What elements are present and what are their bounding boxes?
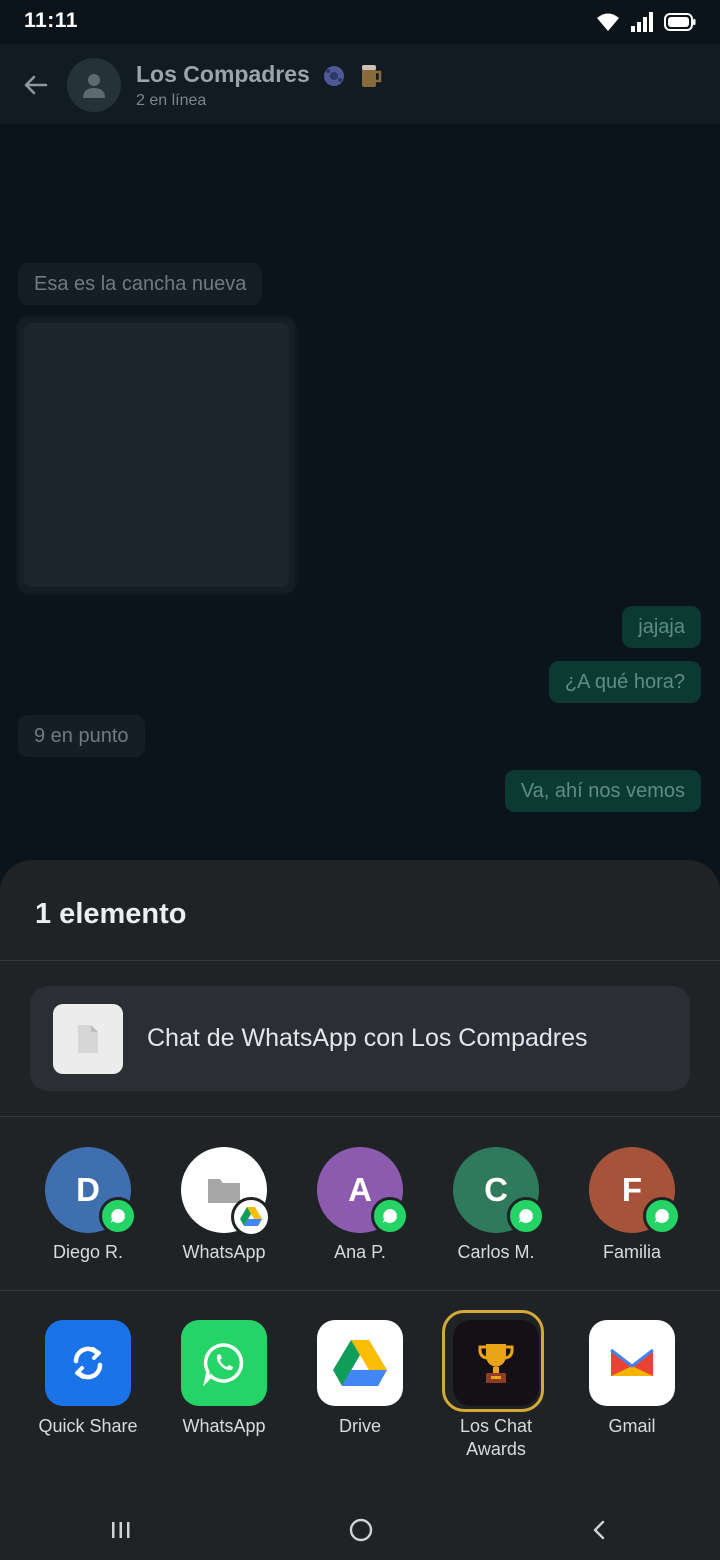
direct-share-carlos[interactable]: C Carlos M.: [428, 1147, 564, 1264]
share-preview-card: Chat de WhatsApp con Los Compadres: [30, 986, 690, 1091]
chat-messages: Esa es la cancha nueva jajaja ¿A qué hor…: [0, 124, 720, 864]
divider: [0, 1290, 720, 1291]
divider: [0, 1116, 720, 1117]
battery-icon: [664, 13, 696, 31]
app-label: Gmail: [608, 1416, 656, 1436]
status-bar: 11:11: [0, 0, 720, 44]
drive-badge-icon: [231, 1197, 271, 1237]
group-name-text: Los Compadres: [136, 61, 310, 87]
direct-share-familia[interactable]: F Familia: [564, 1147, 700, 1264]
avatar-initial: C: [484, 1171, 508, 1208]
signal-icon: [631, 12, 653, 32]
drive-icon: [317, 1320, 403, 1406]
selection-ring: [442, 1310, 544, 1412]
avatar-initial: D: [76, 1171, 100, 1208]
contact-avatar: D: [45, 1147, 137, 1235]
status-icons: [596, 12, 696, 32]
app-drive[interactable]: Drive: [292, 1320, 428, 1438]
file-thumbnail: [53, 1004, 123, 1074]
direct-share-whatsapp-drive[interactable]: WhatsApp: [156, 1147, 292, 1264]
folder-icon: [208, 1179, 240, 1203]
message-bubble[interactable]: Esa es la cancha nueva: [18, 263, 263, 305]
avatar-initial: A: [348, 1171, 372, 1208]
whatsapp-badge-icon: [507, 1197, 545, 1235]
whatsapp-badge-icon: [371, 1197, 409, 1235]
gmail-icon: [589, 1320, 675, 1406]
document-icon: [78, 1025, 98, 1053]
app-los-chat-awards[interactable]: Los Chat Awards: [428, 1310, 564, 1461]
app-label: Drive: [338, 1416, 381, 1436]
person-icon: [83, 74, 105, 98]
app-label: Quick Share: [38, 1416, 138, 1436]
folder-avatar: [181, 1147, 271, 1237]
divider: [0, 960, 720, 961]
direct-share-ana[interactable]: A Ana P.: [292, 1147, 428, 1264]
soccer-ball-icon: [324, 65, 345, 86]
recents-icon[interactable]: [110, 1520, 132, 1540]
home-icon[interactable]: [349, 1518, 373, 1542]
image-message[interactable]: [18, 317, 295, 593]
wifi-icon: [597, 13, 619, 31]
chat-title[interactable]: Los Compadres: [136, 61, 383, 89]
image-placeholder: [24, 323, 289, 587]
app-quick-share[interactable]: Quick Share: [20, 1320, 156, 1438]
share-preview-text: Chat de WhatsApp con Los Compadres: [147, 1024, 588, 1052]
quick-share-icon: [45, 1320, 131, 1406]
app-label: Los Chat Awards: [428, 1415, 564, 1461]
message-bubble[interactable]: Va, ahí nos vemos: [504, 770, 701, 812]
group-status: 2 en línea: [136, 92, 207, 109]
message-bubble[interactable]: 9 en punto: [18, 715, 145, 757]
target-label: Diego R.: [52, 1242, 124, 1262]
back-icon[interactable]: [590, 1519, 610, 1541]
whatsapp-badge-icon: [99, 1197, 137, 1235]
share-sheet-title: 1 elemento: [35, 898, 187, 930]
status-time: 11:11: [24, 9, 78, 32]
message-bubble[interactable]: jajaja: [622, 606, 701, 648]
target-label: Ana P.: [334, 1242, 386, 1262]
contact-avatar: F: [589, 1147, 681, 1235]
target-label: Familia: [602, 1242, 661, 1262]
direct-share-diego[interactable]: D Diego R.: [20, 1147, 156, 1264]
group-avatar[interactable]: [67, 58, 121, 112]
beer-mug-icon: [361, 64, 381, 87]
app-label-line: Los Chat: [459, 1416, 533, 1436]
contact-avatar: A: [317, 1147, 409, 1235]
avatar-initial: F: [621, 1171, 643, 1208]
app-whatsapp[interactable]: WhatsApp: [156, 1320, 292, 1438]
app-label-line: Awards: [466, 1439, 526, 1459]
app-label: WhatsApp: [182, 1416, 266, 1436]
navigation-bar: [0, 1500, 720, 1560]
app-gmail[interactable]: Gmail: [564, 1320, 700, 1438]
share-sheet: 1 elemento Chat de WhatsApp con Los Comp…: [0, 860, 720, 1560]
contact-avatar: C: [453, 1147, 545, 1235]
whatsapp-badge-icon: [643, 1197, 681, 1235]
target-label: WhatsApp: [182, 1242, 266, 1262]
whatsapp-icon: [181, 1320, 267, 1406]
chat-header: Los Compadres 2 en línea: [0, 44, 720, 124]
message-bubble[interactable]: ¿A qué hora?: [548, 661, 701, 703]
target-label: Carlos M.: [457, 1242, 535, 1262]
back-arrow-icon[interactable]: [20, 70, 50, 100]
